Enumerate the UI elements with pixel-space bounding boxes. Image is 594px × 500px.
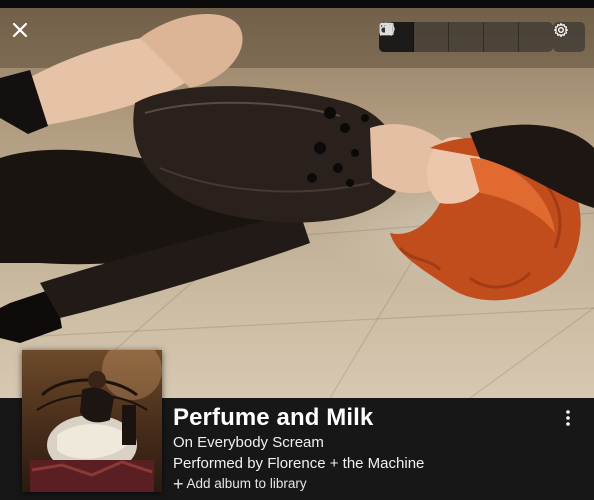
close-button[interactable] bbox=[12, 22, 44, 54]
gear-icon bbox=[553, 22, 569, 38]
more-options-button[interactable] bbox=[557, 407, 579, 429]
add-album-to-library-button[interactable]: + Add album to library bbox=[173, 473, 307, 494]
album-cover[interactable] bbox=[22, 350, 162, 492]
status-strip bbox=[0, 0, 594, 8]
track-title: Perfume and Milk bbox=[173, 404, 374, 431]
close-icon bbox=[12, 22, 28, 38]
settings-button[interactable] bbox=[553, 22, 585, 52]
plus-icon: + bbox=[173, 473, 184, 494]
album-name[interactable]: On Everybody Scream bbox=[173, 434, 324, 451]
album-cover-illustration bbox=[22, 350, 162, 492]
artist-name[interactable]: Performed by Florence + the Machine bbox=[173, 455, 424, 472]
view-lyrics-button[interactable] bbox=[379, 22, 484, 52]
view-credits-button[interactable] bbox=[380, 22, 519, 52]
more-vertical-icon bbox=[566, 410, 570, 426]
artist-photo bbox=[0, 8, 594, 398]
view-info-button[interactable] bbox=[379, 22, 553, 52]
view-switcher bbox=[379, 22, 553, 52]
view-album-button[interactable] bbox=[379, 22, 449, 52]
artist-photo-illustration bbox=[0, 8, 594, 398]
add-album-to-library-label: Add album to library bbox=[186, 476, 307, 491]
info-icon bbox=[379, 22, 392, 36]
